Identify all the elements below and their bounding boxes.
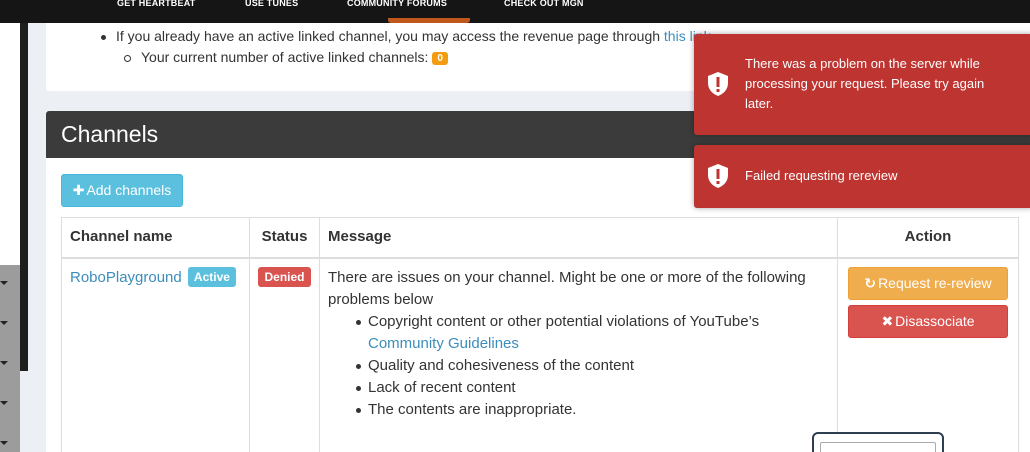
sidebar-collapsed-menu xyxy=(0,265,20,452)
sidebar-divider xyxy=(20,23,28,371)
circle-bullet-icon xyxy=(124,54,131,62)
bullet-icon xyxy=(101,34,106,40)
list-item: The contents are inappropriate. xyxy=(356,399,829,421)
revenue-info-text: If you already have an active linked cha… xyxy=(101,28,711,44)
error-toast-server-text: There was a problem on the server while … xyxy=(745,56,985,111)
channel-active-badge: Active xyxy=(187,266,236,287)
request-rereview-button[interactable]: ↻ Request re-review xyxy=(848,266,1008,300)
active-channels-label: Your current number of active linked cha… xyxy=(141,49,433,65)
active-channels-count-badge: 0 xyxy=(432,52,448,65)
revenue-info-prefix: If you already have an active linked cha… xyxy=(116,28,664,44)
shield-exclamation-icon xyxy=(708,72,728,96)
list-item: Copyright content or other potential vio… xyxy=(356,311,829,355)
table-row: RoboPlayground Active Denied There are i… xyxy=(61,257,1019,452)
column-header-action: Action xyxy=(837,217,1019,259)
channels-table: Channel name Status Message Action RoboP… xyxy=(61,217,1019,452)
caret-down-icon[interactable] xyxy=(0,281,8,285)
caret-down-icon[interactable] xyxy=(0,441,8,445)
column-header-status: Status xyxy=(249,217,320,259)
status-badge: Denied xyxy=(258,266,311,287)
channel-status-cell: Denied xyxy=(249,257,320,452)
error-toast-server[interactable]: There was a problem on the server while … xyxy=(694,34,1030,135)
channel-name-link[interactable]: RoboPlayground xyxy=(70,269,182,286)
caret-down-icon[interactable] xyxy=(0,361,8,365)
community-guidelines-link[interactable]: Community Guidelines xyxy=(368,335,519,352)
floating-widget[interactable] xyxy=(812,432,944,452)
shield-exclamation-icon xyxy=(708,164,728,188)
issue-text: Copyright content or other potential vio… xyxy=(368,312,760,330)
list-item: Lack of recent content xyxy=(356,377,829,399)
list-item: Quality and cohesiveness of the content xyxy=(356,355,829,377)
column-header-channel-name: Channel name xyxy=(61,217,250,259)
disassociate-button[interactable]: ✖ Disassociate xyxy=(848,304,1008,338)
top-navigation: GET HEARTBEAT USE TUNES COMMUNITY FORUMS… xyxy=(0,0,1030,23)
add-channels-label: Add channels xyxy=(86,182,172,198)
channel-action-cell: ↻ Request re-review ✖ Disassociate xyxy=(837,257,1019,452)
caret-down-icon[interactable] xyxy=(0,321,8,325)
message-intro: There are issues on your channel. Might … xyxy=(328,268,806,308)
nav-check-out-mgn[interactable]: CHECK OUT MGN xyxy=(504,0,584,8)
refresh-icon: ↻ xyxy=(864,274,877,291)
close-icon: ✖ xyxy=(881,312,894,329)
add-channels-button[interactable]: ✚ Add channels xyxy=(61,174,183,207)
channel-message-cell: There are issues on your channel. Might … xyxy=(319,257,838,452)
error-toast-rereview-text: Failed requesting rereview xyxy=(745,168,898,183)
plus-icon: ✚ xyxy=(72,182,85,198)
error-toast-rereview[interactable]: Failed requesting rereview xyxy=(694,145,1030,208)
nav-use-tunes[interactable]: USE TUNES xyxy=(245,0,298,8)
nav-community-forums[interactable]: COMMUNITY FORUMS xyxy=(347,0,447,8)
column-header-message: Message xyxy=(319,217,838,259)
table-header-row: Channel name Status Message Action xyxy=(61,217,1019,259)
caret-down-icon[interactable] xyxy=(0,401,8,405)
issue-list: Copyright content or other potential vio… xyxy=(328,311,829,421)
channel-name-cell: RoboPlayground Active xyxy=(61,257,250,452)
active-channels-text: Your current number of active linked cha… xyxy=(124,49,448,65)
nav-get-heartbeat[interactable]: GET HEARTBEAT xyxy=(117,0,195,8)
request-rereview-label: Request re-review xyxy=(878,274,992,291)
disassociate-label: Disassociate xyxy=(895,312,975,329)
floating-widget-field[interactable] xyxy=(820,442,936,452)
